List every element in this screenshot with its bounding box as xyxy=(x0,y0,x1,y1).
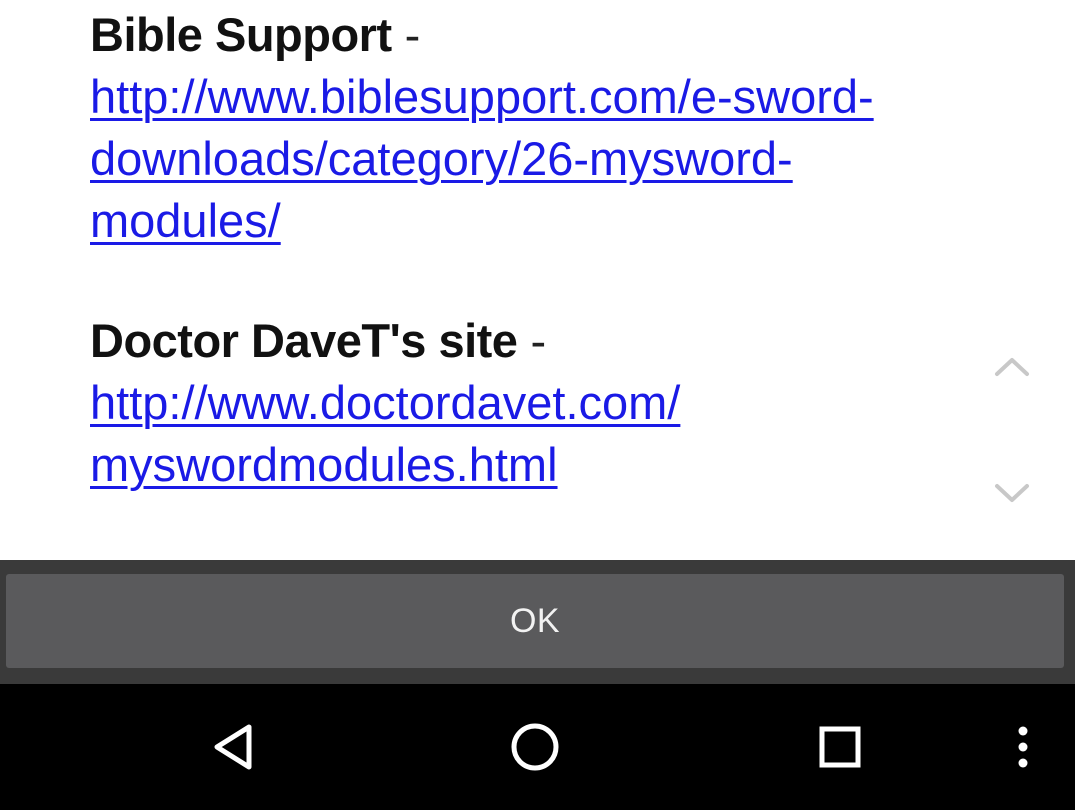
home-circle-icon[interactable] xyxy=(490,684,580,810)
resource-entry-doctor-davet: Doctor DaveT's site - http://www.doctord… xyxy=(90,310,1020,496)
entry-title: Doctor DaveT's site xyxy=(90,314,518,367)
resource-entry-bible-support: Bible Support - http://www.biblesupport.… xyxy=(90,4,1020,252)
chevron-up-icon[interactable] xyxy=(992,352,1032,382)
recents-square-icon[interactable] xyxy=(795,684,885,810)
entry-link-line-2[interactable]: myswordmodules.html xyxy=(90,434,1020,496)
entry-link-line-2[interactable]: downloads/category/26-mysword- xyxy=(90,128,1020,190)
entry-link-line-3[interactable]: modules/ xyxy=(90,190,1020,252)
entry-separator: - xyxy=(517,314,547,367)
screen: Bible Support - http://www.biblesupport.… xyxy=(0,0,1075,810)
entry-link-line-1[interactable]: http://www.biblesupport.com/e-sword- xyxy=(90,66,1020,128)
dialog-content: Bible Support - http://www.biblesupport.… xyxy=(0,0,1075,560)
chevron-down-icon[interactable] xyxy=(992,478,1032,508)
navigation-bar xyxy=(0,684,1075,810)
ok-button[interactable]: OK xyxy=(6,574,1064,668)
dialog-footer: OK xyxy=(0,560,1075,684)
entry-separator: - xyxy=(391,8,421,61)
entry-title-line: Bible Support - xyxy=(90,4,1020,66)
overflow-dots-icon[interactable] xyxy=(1000,684,1045,810)
back-triangle-icon[interactable] xyxy=(190,684,280,810)
entry-title: Bible Support xyxy=(90,8,392,61)
entry-title-line: Doctor DaveT's site - xyxy=(90,310,1020,372)
entry-link-line-1[interactable]: http://www.doctordavet.com/ xyxy=(90,372,1020,434)
